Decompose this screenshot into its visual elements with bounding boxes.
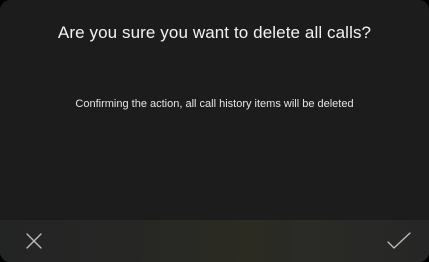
action-bar	[0, 220, 429, 262]
delete-calls-dialog: Are you sure you want to delete all call…	[0, 0, 429, 262]
confirm-button[interactable]	[373, 220, 425, 262]
close-icon	[26, 233, 42, 249]
check-icon	[387, 232, 411, 249]
dialog-title: Are you sure you want to delete all call…	[57, 23, 372, 42]
dialog-message: Confirming the action, all call history …	[75, 98, 354, 110]
cancel-button[interactable]	[8, 220, 60, 262]
